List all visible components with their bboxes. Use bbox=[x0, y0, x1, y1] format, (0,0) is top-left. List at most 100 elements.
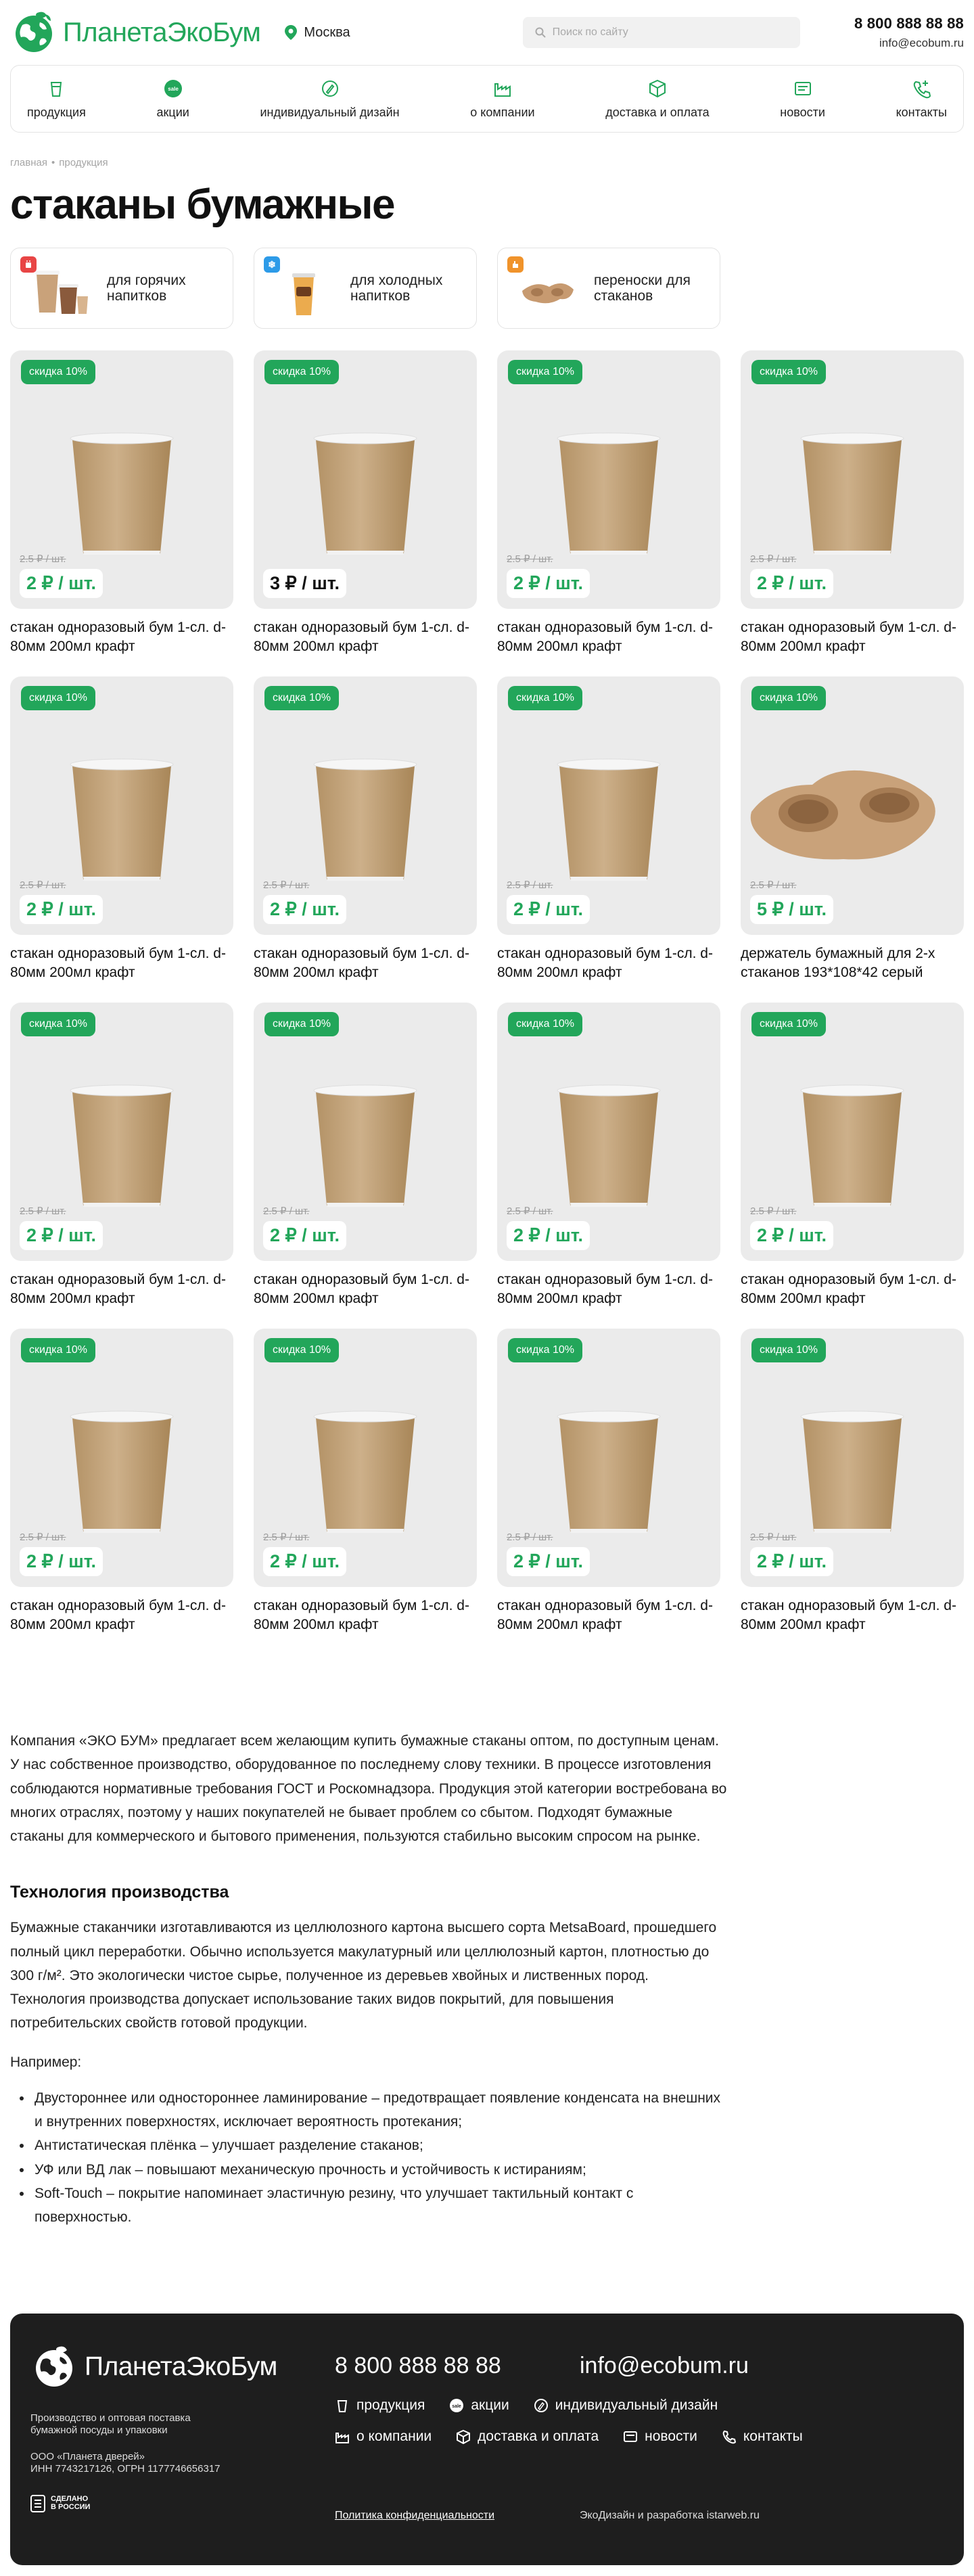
product-card[interactable]: скидка 10% 2.5 ₽ / шт. 2 ₽ / шт. стакан одн… bbox=[10, 350, 233, 676]
product-name[interactable]: стакан одноразовый бум 1-сл. d-80мм 200м… bbox=[254, 1270, 477, 1309]
price-box: 2.5 ₽ / шт. 2 ₽ / шт. bbox=[507, 1205, 590, 1250]
product-image-area[interactable]: скидка 10% 3 ₽ / шт. bbox=[254, 350, 477, 609]
cold-cup-image bbox=[292, 273, 315, 315]
paper-cup-image bbox=[800, 1084, 904, 1207]
product-name[interactable]: стакан одноразовый бум 1-сл. d-80мм 200м… bbox=[254, 944, 477, 983]
product-name[interactable]: стакан одноразовый бум 1-сл. d-80мм 200м… bbox=[497, 618, 720, 657]
header-phone[interactable]: 8 800 888 88 88 bbox=[854, 15, 964, 32]
product-image-area[interactable]: скидка 10% 2.5 ₽ / шт. 2 ₽ / шт. bbox=[741, 350, 964, 609]
old-price: 2.5 ₽ / шт. bbox=[20, 1532, 66, 1543]
product-card[interactable]: скидка 10% 2.5 ₽ / шт. 2 ₽ / шт. стакан одн… bbox=[254, 676, 477, 1003]
product-image-area[interactable]: скидка 10% 2.5 ₽ / шт. 5 ₽ / шт. bbox=[741, 676, 964, 935]
nav-item-about[interactable]: о компании bbox=[470, 78, 535, 120]
product-name[interactable]: стакан одноразовый бум 1-сл. d-80мм 200м… bbox=[10, 1270, 233, 1309]
product-name[interactable]: стакан одноразовый бум 1-сл. d-80мм 200м… bbox=[497, 944, 720, 983]
product-image-area[interactable]: скидка 10% 2.5 ₽ / шт. 2 ₽ / шт. bbox=[497, 350, 720, 609]
nav-item-products[interactable]: продукция bbox=[27, 78, 86, 120]
breadcrumb-current[interactable]: продукция bbox=[59, 157, 108, 168]
product-card[interactable]: скидка 10% 2.5 ₽ / шт. 2 ₽ / шт. стакан одн… bbox=[497, 676, 720, 1003]
product-card[interactable]: скидка 10% 2.5 ₽ / шт. 2 ₽ / шт. стакан одн… bbox=[497, 350, 720, 676]
list-item: УФ или ВД лак – повышают механическую пр… bbox=[20, 2158, 727, 2182]
category-carriers[interactable]: переноски для стаканов bbox=[497, 248, 720, 329]
footer-logo[interactable]: ПланетаЭкоБум bbox=[30, 2343, 277, 2391]
nav-item-delivery[interactable]: доставка и оплата bbox=[605, 78, 710, 120]
current-price: 2 ₽ / шт. bbox=[507, 569, 590, 598]
search-bar[interactable] bbox=[522, 17, 800, 48]
product-card[interactable]: скидка 10% 2.5 ₽ / шт. 2 ₽ / шт. стакан одн… bbox=[254, 1329, 477, 1655]
product-card[interactable]: скидка 10% 2.5 ₽ / шт. 2 ₽ / шт. стакан одн… bbox=[10, 1003, 233, 1329]
product-name[interactable]: стакан одноразовый бум 1-сл. d-80мм 200м… bbox=[741, 618, 964, 657]
breadcrumb-home[interactable]: главная bbox=[10, 157, 47, 168]
product-name[interactable]: стакан одноразовый бум 1-сл. d-80мм 200м… bbox=[254, 618, 477, 657]
footer-link-about[interactable]: о компании bbox=[335, 2429, 432, 2445]
product-name[interactable]: стакан одноразовый бум 1-сл. d-80мм 200м… bbox=[10, 944, 233, 983]
product-image-area[interactable]: скидка 10% 2.5 ₽ / шт. 2 ₽ / шт. bbox=[10, 676, 233, 935]
product-name[interactable]: стакан одноразовый бум 1-сл. d-80мм 200м… bbox=[254, 1596, 477, 1635]
footer-nav: продукция sale акции индивидуальный диза… bbox=[335, 2397, 930, 2460]
privacy-policy-link[interactable]: Политика конфиденциальности bbox=[335, 2510, 494, 2522]
city-selector[interactable]: Москва bbox=[285, 25, 350, 41]
sale-badge: скидка 10% bbox=[264, 360, 339, 384]
product-card[interactable]: скидка 10% 2.5 ₽ / шт. 5 ₽ / шт. держатель … bbox=[741, 676, 964, 1003]
footer-link-delivery[interactable]: доставка и оплата bbox=[456, 2429, 599, 2445]
footer-link-products[interactable]: продукция bbox=[335, 2397, 425, 2414]
product-grid: скидка 10% 2.5 ₽ / шт. 2 ₽ / шт. стакан одн… bbox=[10, 350, 964, 1655]
category-cold-drinks[interactable]: ❄ для холодных напитков bbox=[254, 248, 477, 329]
category-label: переноски для стаканов bbox=[594, 272, 691, 304]
product-image-area[interactable]: скидка 10% 2.5 ₽ / шт. 2 ₽ / шт. bbox=[254, 1003, 477, 1261]
product-image-area[interactable]: скидка 10% 2.5 ₽ / шт. 2 ₽ / шт. bbox=[10, 1003, 233, 1261]
nav-item-contacts[interactable]: контакты bbox=[896, 78, 947, 120]
paper-cup-image bbox=[313, 432, 417, 555]
product-name[interactable]: стакан одноразовый бум 1-сл. d-80мм 200м… bbox=[497, 1270, 720, 1309]
product-image-area[interactable]: скидка 10% 2.5 ₽ / шт. 2 ₽ / шт. bbox=[497, 676, 720, 935]
price-box: 2.5 ₽ / шт. 2 ₽ / шт. bbox=[20, 553, 103, 598]
search-input[interactable] bbox=[552, 26, 783, 39]
seo-example: Например: bbox=[10, 2054, 82, 2070]
nav-label: новости bbox=[780, 105, 825, 119]
product-image-area[interactable]: скидка 10% 2.5 ₽ / шт. 2 ₽ / шт. bbox=[254, 676, 477, 935]
footer-link-contacts[interactable]: контакты bbox=[722, 2429, 803, 2445]
footer-link-sale[interactable]: sale акции bbox=[449, 2397, 509, 2414]
product-card[interactable]: скидка 10% 2.5 ₽ / шт. 2 ₽ / шт. стакан одн… bbox=[10, 1329, 233, 1655]
product-card[interactable]: скидка 10% 2.5 ₽ / шт. 2 ₽ / шт. стакан одн… bbox=[741, 1003, 964, 1329]
old-price: 2.5 ₽ / шт. bbox=[263, 879, 310, 891]
product-name[interactable]: стакан одноразовый бум 1-сл. d-80мм 200м… bbox=[10, 1596, 233, 1635]
product-image-area[interactable]: скидка 10% 2.5 ₽ / шт. 2 ₽ / шт. bbox=[497, 1003, 720, 1261]
footer-phone[interactable]: 8 800 888 88 88 bbox=[335, 2353, 501, 2379]
price-box: 2.5 ₽ / шт. 2 ₽ / шт. bbox=[507, 879, 590, 924]
category-hot-drinks[interactable]: для горячих напитков bbox=[10, 248, 233, 329]
product-card[interactable]: скидка 10% 2.5 ₽ / шт. 2 ₽ / шт. стакан одн… bbox=[497, 1329, 720, 1655]
site-logo[interactable]: ПланетаЭкоБум bbox=[10, 9, 261, 56]
product-image-area[interactable]: скидка 10% 2.5 ₽ / шт. 2 ₽ / шт. bbox=[741, 1329, 964, 1587]
product-image-area[interactable]: скидка 10% 2.5 ₽ / шт. 2 ₽ / шт. bbox=[10, 1329, 233, 1587]
old-price: 2.5 ₽ / шт. bbox=[263, 1205, 310, 1217]
product-card[interactable]: скидка 10% 2.5 ₽ / шт. 2 ₽ / шт. стакан одн… bbox=[10, 676, 233, 1003]
product-name[interactable]: стакан одноразовый бум 1-сл. d-80мм 200м… bbox=[741, 1596, 964, 1635]
footer-email[interactable]: info@ecobum.ru bbox=[580, 2353, 749, 2379]
product-image-area[interactable]: скидка 10% 2.5 ₽ / шт. 2 ₽ / шт. bbox=[10, 350, 233, 609]
product-name[interactable]: стакан одноразовый бум 1-сл. d-80мм 200м… bbox=[741, 1270, 964, 1309]
nav-item-design[interactable]: индивидуальный дизайн bbox=[260, 78, 400, 120]
current-price: 2 ₽ / шт. bbox=[263, 1547, 347, 1576]
footer-link-news[interactable]: новости bbox=[623, 2429, 697, 2445]
product-card[interactable]: скидка 10% 3 ₽ / шт. стакан одноразовый бу… bbox=[254, 350, 477, 676]
product-name[interactable]: держатель бумажный для 2-х стаканов 193*… bbox=[741, 944, 964, 983]
product-image-area[interactable]: скидка 10% 2.5 ₽ / шт. 2 ₽ / шт. bbox=[497, 1329, 720, 1587]
price-box: 2.5 ₽ / шт. 2 ₽ / шт. bbox=[20, 1531, 103, 1576]
footer-link-design[interactable]: индивидуальный дизайн bbox=[534, 2397, 718, 2414]
product-card[interactable]: скидка 10% 2.5 ₽ / шт. 2 ₽ / шт. стакан одн… bbox=[741, 350, 964, 676]
phone-icon bbox=[914, 80, 931, 98]
developer-credit[interactable]: ЭкоДизайн и разработка istarweb.ru bbox=[580, 2510, 760, 2522]
footer-link-label: о компании bbox=[356, 2428, 432, 2444]
product-name[interactable]: стакан одноразовый бум 1-сл. d-80мм 200м… bbox=[497, 1596, 720, 1635]
header-email[interactable]: info@ecobum.ru bbox=[854, 37, 964, 50]
nav-item-news[interactable]: новости bbox=[780, 78, 825, 120]
product-card[interactable]: скидка 10% 2.5 ₽ / шт. 2 ₽ / шт. стакан одн… bbox=[741, 1329, 964, 1655]
product-name[interactable]: стакан одноразовый бум 1-сл. d-80мм 200м… bbox=[10, 618, 233, 657]
product-image-area[interactable]: скидка 10% 2.5 ₽ / шт. 2 ₽ / шт. bbox=[254, 1329, 477, 1587]
product-card[interactable]: скидка 10% 2.5 ₽ / шт. 2 ₽ / шт. стакан одн… bbox=[497, 1003, 720, 1329]
footer-link-label: продукция bbox=[356, 2397, 425, 2413]
product-card[interactable]: скидка 10% 2.5 ₽ / шт. 2 ₽ / шт. стакан одн… bbox=[254, 1003, 477, 1329]
product-image-area[interactable]: скидка 10% 2.5 ₽ / шт. 2 ₽ / шт. bbox=[741, 1003, 964, 1261]
nav-item-sale[interactable]: sale акции bbox=[157, 78, 189, 120]
